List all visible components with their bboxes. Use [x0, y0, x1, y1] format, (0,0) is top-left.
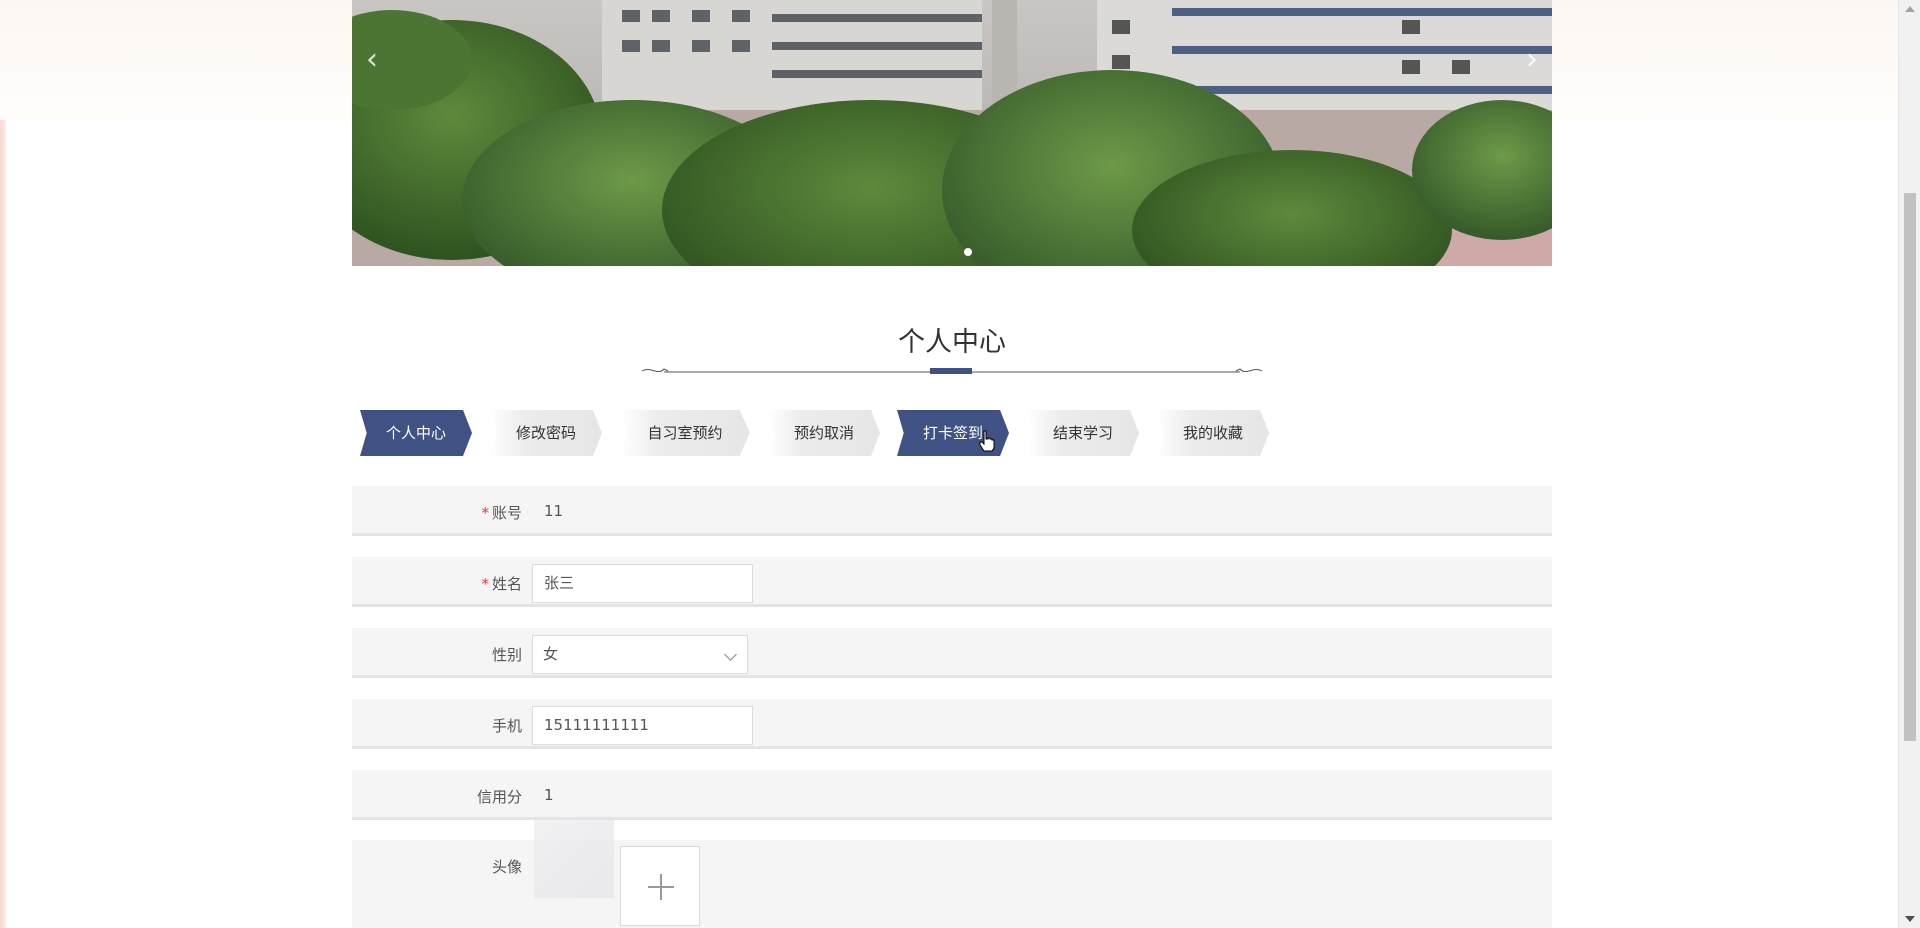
tab-cancel-reservation[interactable]: 预约取消: [768, 410, 880, 456]
plus-icon: [648, 874, 674, 900]
account-label: * 账号: [481, 504, 522, 522]
name-label: * 姓名: [481, 575, 522, 593]
gender-select[interactable]: 女: [532, 635, 748, 674]
form-row-gender: 性别 女: [352, 628, 1552, 678]
scroll-up-arrow-icon[interactable]: [1905, 6, 1915, 12]
hand-cursor-icon: [979, 430, 995, 452]
banner-indicator-dot[interactable]: [964, 248, 972, 256]
form-row-avatar: 头像: [352, 820, 1552, 928]
scrollbar-thumb[interactable]: [1904, 193, 1916, 741]
gender-label: 性别: [491, 646, 522, 664]
tab-end-study[interactable]: 结束学习: [1027, 410, 1139, 456]
form-row-credit: 信用分 1: [352, 770, 1552, 820]
credit-label: 信用分: [476, 788, 522, 806]
phone-field[interactable]: 15111111111: [532, 706, 753, 745]
banner-next-button[interactable]: ›: [1512, 40, 1552, 80]
required-mark: *: [481, 504, 489, 522]
tab-change-password[interactable]: 修改密码: [490, 410, 602, 456]
account-value: 11: [544, 502, 564, 520]
scroll-down-arrow-icon[interactable]: [1905, 916, 1915, 922]
form-row-name: * 姓名 张三: [352, 557, 1552, 607]
banner-image: [352, 0, 1552, 266]
page-scrollbar[interactable]: [1898, 0, 1920, 928]
banner-prev-button[interactable]: ‹: [352, 40, 392, 80]
title-underline-decoration: [641, 368, 1263, 374]
phone-label: 手机: [491, 717, 522, 735]
name-field[interactable]: 张三: [532, 564, 753, 603]
avatar-label: 头像: [491, 858, 522, 876]
chevron-down-icon: [724, 648, 737, 661]
avatar: [534, 820, 614, 898]
tab-my-favorites[interactable]: 我的收藏: [1157, 410, 1269, 456]
form-row-phone: 手机 15111111111: [352, 699, 1552, 749]
page-title: 个人中心: [898, 327, 1006, 358]
tab-study-room-reservation[interactable]: 自习室预约: [620, 410, 750, 456]
credit-value: 1: [544, 786, 554, 804]
tab-personal-center[interactable]: 个人中心: [360, 410, 472, 456]
page-left-edge: [0, 0, 6, 928]
required-mark: *: [481, 575, 489, 593]
banner-carousel[interactable]: ‹ ›: [352, 0, 1552, 266]
gender-selected-value: 女: [543, 645, 559, 663]
avatar-upload-button[interactable]: [620, 846, 700, 926]
form-row-account: * 账号 11: [352, 486, 1552, 536]
